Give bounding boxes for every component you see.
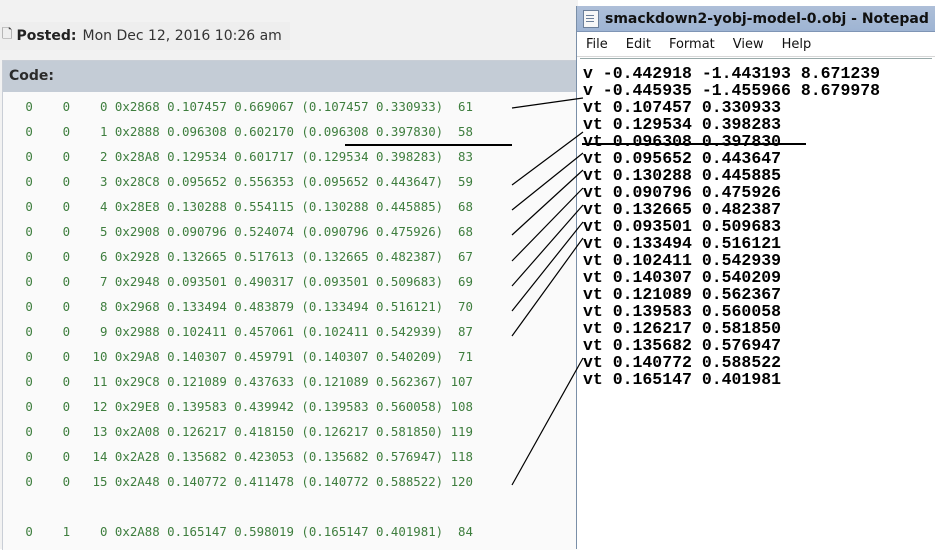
posted-label: Posted: bbox=[16, 28, 77, 44]
text-line: v -0.445935 -1.455966 8.679978 bbox=[583, 81, 881, 100]
code-row: 0 0 5 0x2908 0.090796 0.524074 (0.090796… bbox=[3, 224, 473, 239]
code-label: Code: bbox=[3, 61, 579, 92]
code-row: 0 0 0 0x2868 0.107457 0.669067 (0.107457… bbox=[3, 99, 473, 114]
text-line: v -0.442918 -1.443193 8.671239 bbox=[583, 64, 881, 83]
code-row: 0 1 0 0x2A88 0.165147 0.598019 (0.165147… bbox=[3, 524, 473, 539]
code-row: 0 0 9 0x2988 0.102411 0.457061 (0.102411… bbox=[3, 324, 473, 339]
post-header: 🗋 Posted: Mon Dec 12, 2016 10:26 am bbox=[0, 22, 290, 50]
notepad-text-area[interactable]: v -0.442918 -1.443193 8.671239 v -0.4459… bbox=[580, 58, 932, 549]
notepad-menu-bar: File Edit Format View Help bbox=[577, 32, 935, 57]
code-row: 0 0 7 0x2948 0.093501 0.490317 (0.093501… bbox=[3, 274, 473, 289]
code-row: 0 0 8 0x2968 0.133494 0.483879 (0.133494… bbox=[3, 299, 473, 314]
text-line: vt 0.140307 0.540209 bbox=[583, 268, 782, 287]
text-line: vt 0.132665 0.482387 bbox=[583, 200, 782, 219]
notepad-title: smackdown2-yobj-model-0.obj - Notepad bbox=[605, 10, 929, 27]
text-line: vt 0.126217 0.581850 bbox=[583, 319, 782, 338]
code-row: 0 0 11 0x29C8 0.121089 0.437633 (0.12108… bbox=[3, 374, 473, 389]
menu-format[interactable]: Format bbox=[660, 37, 724, 52]
text-line: vt 0.129534 0.398283 bbox=[583, 115, 782, 134]
posted-date: Mon Dec 12, 2016 10:26 am bbox=[82, 28, 282, 44]
menu-file[interactable]: File bbox=[577, 37, 617, 52]
code-row: 0 0 4 0x28E8 0.130288 0.554115 (0.130288… bbox=[3, 199, 473, 214]
text-line: vt 0.135682 0.576947 bbox=[583, 336, 782, 355]
text-line: vt 0.093501 0.509683 bbox=[583, 217, 782, 236]
text-line: vt 0.133494 0.516121 bbox=[583, 234, 782, 253]
text-line: vt 0.090796 0.475926 bbox=[583, 183, 782, 202]
code-block: Code: 0 0 0 0x2868 0.107457 0.669067 (0.… bbox=[2, 60, 579, 550]
menu-edit[interactable]: Edit bbox=[617, 37, 660, 52]
notepad-window: smackdown2-yobj-model-0.obj - Notepad Fi… bbox=[576, 6, 935, 549]
code-row: 0 0 3 0x28C8 0.095652 0.556353 (0.095652… bbox=[3, 174, 473, 189]
notepad-title-bar[interactable]: smackdown2-yobj-model-0.obj - Notepad bbox=[577, 6, 935, 32]
text-line: vt 0.107457 0.330933 bbox=[583, 98, 782, 117]
text-line: vt 0.096308 0.397830 bbox=[583, 132, 782, 151]
code-row: 0 0 1 0x2888 0.096308 0.602170 (0.096308… bbox=[3, 124, 473, 139]
code-row: 0 0 15 0x2A48 0.140772 0.411478 (0.14077… bbox=[3, 474, 473, 489]
text-line: vt 0.139583 0.560058 bbox=[583, 302, 782, 321]
code-row: 0 0 2 0x28A8 0.129534 0.601717 (0.129534… bbox=[3, 149, 473, 164]
text-line: vt 0.121089 0.562367 bbox=[583, 285, 782, 304]
text-line: vt 0.102411 0.542939 bbox=[583, 251, 782, 270]
menu-view[interactable]: View bbox=[724, 37, 773, 52]
text-line: vt 0.130288 0.445885 bbox=[583, 166, 782, 185]
code-row: 0 0 14 0x2A28 0.135682 0.423053 (0.13568… bbox=[3, 449, 473, 464]
text-line: vt 0.165147 0.401981 bbox=[583, 370, 782, 389]
text-line: vt 0.095652 0.443647 bbox=[583, 149, 782, 168]
document-icon: 🗋 bbox=[2, 27, 13, 42]
code-row: 0 0 12 0x29E8 0.139583 0.439942 (0.13958… bbox=[3, 399, 473, 414]
code-row: 0 0 6 0x2928 0.132665 0.517613 (0.132665… bbox=[3, 249, 473, 264]
code-row: 0 0 13 0x2A08 0.126217 0.418150 (0.12621… bbox=[3, 424, 473, 439]
forum-post: 🗋 Posted: Mon Dec 12, 2016 10:26 am Code… bbox=[0, 0, 579, 550]
menu-help[interactable]: Help bbox=[773, 37, 821, 52]
notepad-icon bbox=[583, 9, 599, 28]
code-row: 0 0 10 0x29A8 0.140307 0.459791 (0.14030… bbox=[3, 349, 473, 364]
text-line: vt 0.140772 0.588522 bbox=[583, 353, 782, 372]
